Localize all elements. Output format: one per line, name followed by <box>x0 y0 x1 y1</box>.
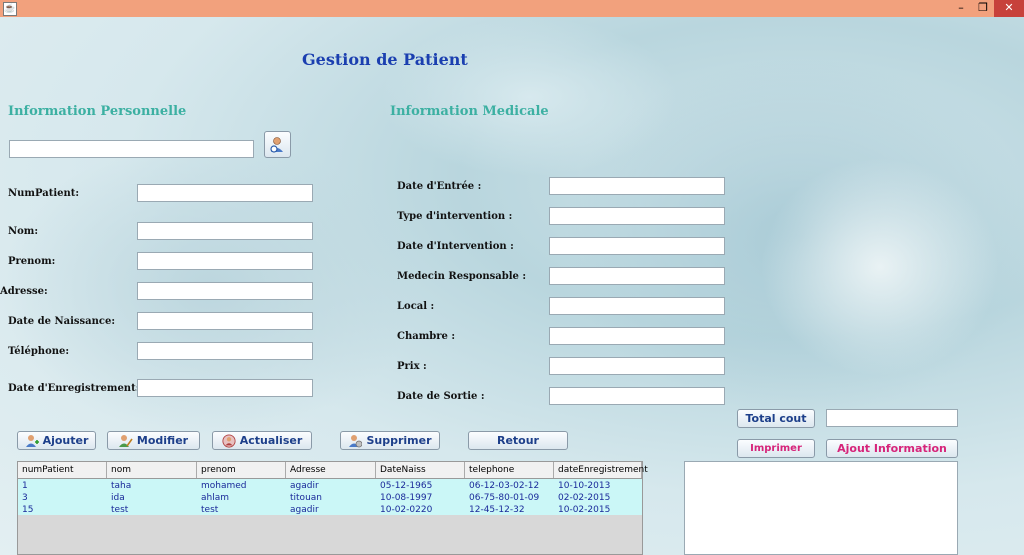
prix-field[interactable] <box>549 357 725 375</box>
table-cell: 05-12-1965 <box>380 481 433 491</box>
close-button[interactable]: ✕ <box>994 0 1024 17</box>
column-header-date-enregistrement[interactable]: dateEnregistrement <box>554 462 648 478</box>
total-cout-label: Total cout <box>745 412 807 425</box>
table-cell: 10-10-2013 <box>558 481 611 491</box>
label-date-sortie: Date de Sortie : <box>397 391 485 402</box>
add-user-icon <box>25 434 39 447</box>
table-cell: 10-02-2015 <box>558 505 611 515</box>
table-cell: 02-02-2015 <box>558 493 611 503</box>
table-cell: 10-02-0220 <box>380 505 433 515</box>
table-body: 1 taha mohamed agadir 05-12-1965 06-12-0… <box>18 479 642 515</box>
table-cell: 10-08-1997 <box>380 493 433 503</box>
refresh-user-icon <box>222 433 236 448</box>
table-row[interactable]: 15 test test agadir 10-02-0220 12-45-12-… <box>18 504 642 516</box>
label-prenom: Prenom: <box>8 256 56 267</box>
modifier-label: Modifier <box>136 434 189 447</box>
label-local: Local : <box>397 301 435 312</box>
label-type-intervention: Type d'intervention : <box>397 211 513 222</box>
label-date-naissance: Date de Naissance: <box>8 316 116 327</box>
table-cell: agadir <box>290 481 319 491</box>
table-cell: ida <box>111 493 125 503</box>
table-cell: taha <box>111 481 132 491</box>
supprimer-button[interactable]: Supprimer <box>340 431 440 450</box>
retour-button[interactable]: Retour <box>468 431 568 450</box>
maximize-button[interactable]: ❐ <box>972 0 994 17</box>
actualiser-label: Actualiser <box>239 434 303 447</box>
label-date-entree: Date d'Entrée : <box>397 181 482 192</box>
date-sortie-field[interactable] <box>549 387 725 405</box>
num-patient-field[interactable] <box>137 184 313 202</box>
column-header-prenom[interactable]: prenom <box>197 462 286 478</box>
patients-table[interactable]: numPatient nom prenom Adresse DateNaiss … <box>17 461 648 555</box>
type-intervention-field[interactable] <box>549 207 725 225</box>
retour-label: Retour <box>496 434 539 447</box>
label-num-patient: NumPatient: <box>8 188 80 199</box>
date-entree-field[interactable] <box>549 177 725 195</box>
ajout-information-label: Ajout Information <box>837 442 947 455</box>
section-title-personal: Information Personnelle <box>8 104 187 119</box>
adresse-field[interactable] <box>137 282 313 300</box>
column-header-date-naiss[interactable]: DateNaiss <box>376 462 465 478</box>
imprimer-button[interactable]: Imprimer <box>737 439 815 458</box>
ajouter-button[interactable]: Ajouter <box>17 431 96 450</box>
table-cell: ahlam <box>201 493 230 503</box>
page-title: Gestion de Patient <box>302 50 468 69</box>
section-title-medical: Information Medicale <box>390 104 549 119</box>
chambre-field[interactable] <box>549 327 725 345</box>
table-cell: 12-45-12-32 <box>469 505 525 515</box>
information-text-area[interactable] <box>684 461 958 555</box>
column-header-telephone[interactable]: telephone <box>465 462 554 478</box>
edit-user-icon <box>118 434 133 447</box>
table-cell: 15 <box>22 505 34 515</box>
actualiser-button[interactable]: Actualiser <box>212 431 312 450</box>
label-date-intervention: Date d'Intervention : <box>397 241 514 252</box>
supprimer-label: Supprimer <box>366 434 432 447</box>
label-date-enregistrement: Date d'Enregistrement: <box>8 383 140 394</box>
table-cell: test <box>201 505 219 515</box>
date-naissance-field[interactable] <box>137 312 313 330</box>
ajout-information-button[interactable]: Ajout Information <box>826 439 958 458</box>
label-chambre: Chambre : <box>397 331 456 342</box>
java-icon: ☕ <box>3 2 17 16</box>
table-cell: titouan <box>290 493 322 503</box>
table-cell: mohamed <box>201 481 247 491</box>
label-medecin-responsable: Medecin Responsable : <box>397 271 527 282</box>
date-intervention-field[interactable] <box>549 237 725 255</box>
ajouter-label: Ajouter <box>42 434 89 447</box>
medecin-responsable-field[interactable] <box>549 267 725 285</box>
table-cell: 06-75-80-01-09 <box>469 493 540 503</box>
total-cout-field[interactable] <box>826 409 958 427</box>
table-cell: agadir <box>290 505 319 515</box>
minimize-button[interactable]: – <box>950 0 972 17</box>
label-adresse: Adresse: <box>0 286 48 297</box>
table-cell: 3 <box>22 493 28 503</box>
window-title-bar: ☕ – ❐ ✕ <box>0 0 1024 17</box>
table-cell: 1 <box>22 481 28 491</box>
search-user-icon <box>269 136 283 153</box>
nom-field[interactable] <box>137 222 313 240</box>
table-cell: test <box>111 505 129 515</box>
delete-user-icon <box>349 434 363 447</box>
column-header-adresse[interactable]: Adresse <box>286 462 376 478</box>
label-prix: Prix : <box>397 361 427 372</box>
table-row[interactable]: 3 ida ahlam titouan 10-08-1997 06-75-80-… <box>18 492 642 504</box>
modifier-button[interactable]: Modifier <box>107 431 200 450</box>
date-enregistrement-field[interactable] <box>137 379 313 397</box>
imprimer-label: Imprimer <box>750 443 802 454</box>
search-input[interactable] <box>9 140 254 158</box>
column-header-num-patient[interactable]: numPatient <box>18 462 107 478</box>
table-header: numPatient nom prenom Adresse DateNaiss … <box>18 462 648 479</box>
prenom-field[interactable] <box>137 252 313 270</box>
table-cell: 06-12-03-02-12 <box>469 481 540 491</box>
table-row[interactable]: 1 taha mohamed agadir 05-12-1965 06-12-0… <box>18 480 642 492</box>
local-field[interactable] <box>549 297 725 315</box>
telephone-field[interactable] <box>137 342 313 360</box>
search-patient-button[interactable] <box>264 131 291 158</box>
label-nom: Nom: <box>8 226 39 237</box>
label-telephone: Téléphone: <box>8 346 70 357</box>
column-header-nom[interactable]: nom <box>107 462 197 478</box>
total-cout-button[interactable]: Total cout <box>737 409 815 428</box>
